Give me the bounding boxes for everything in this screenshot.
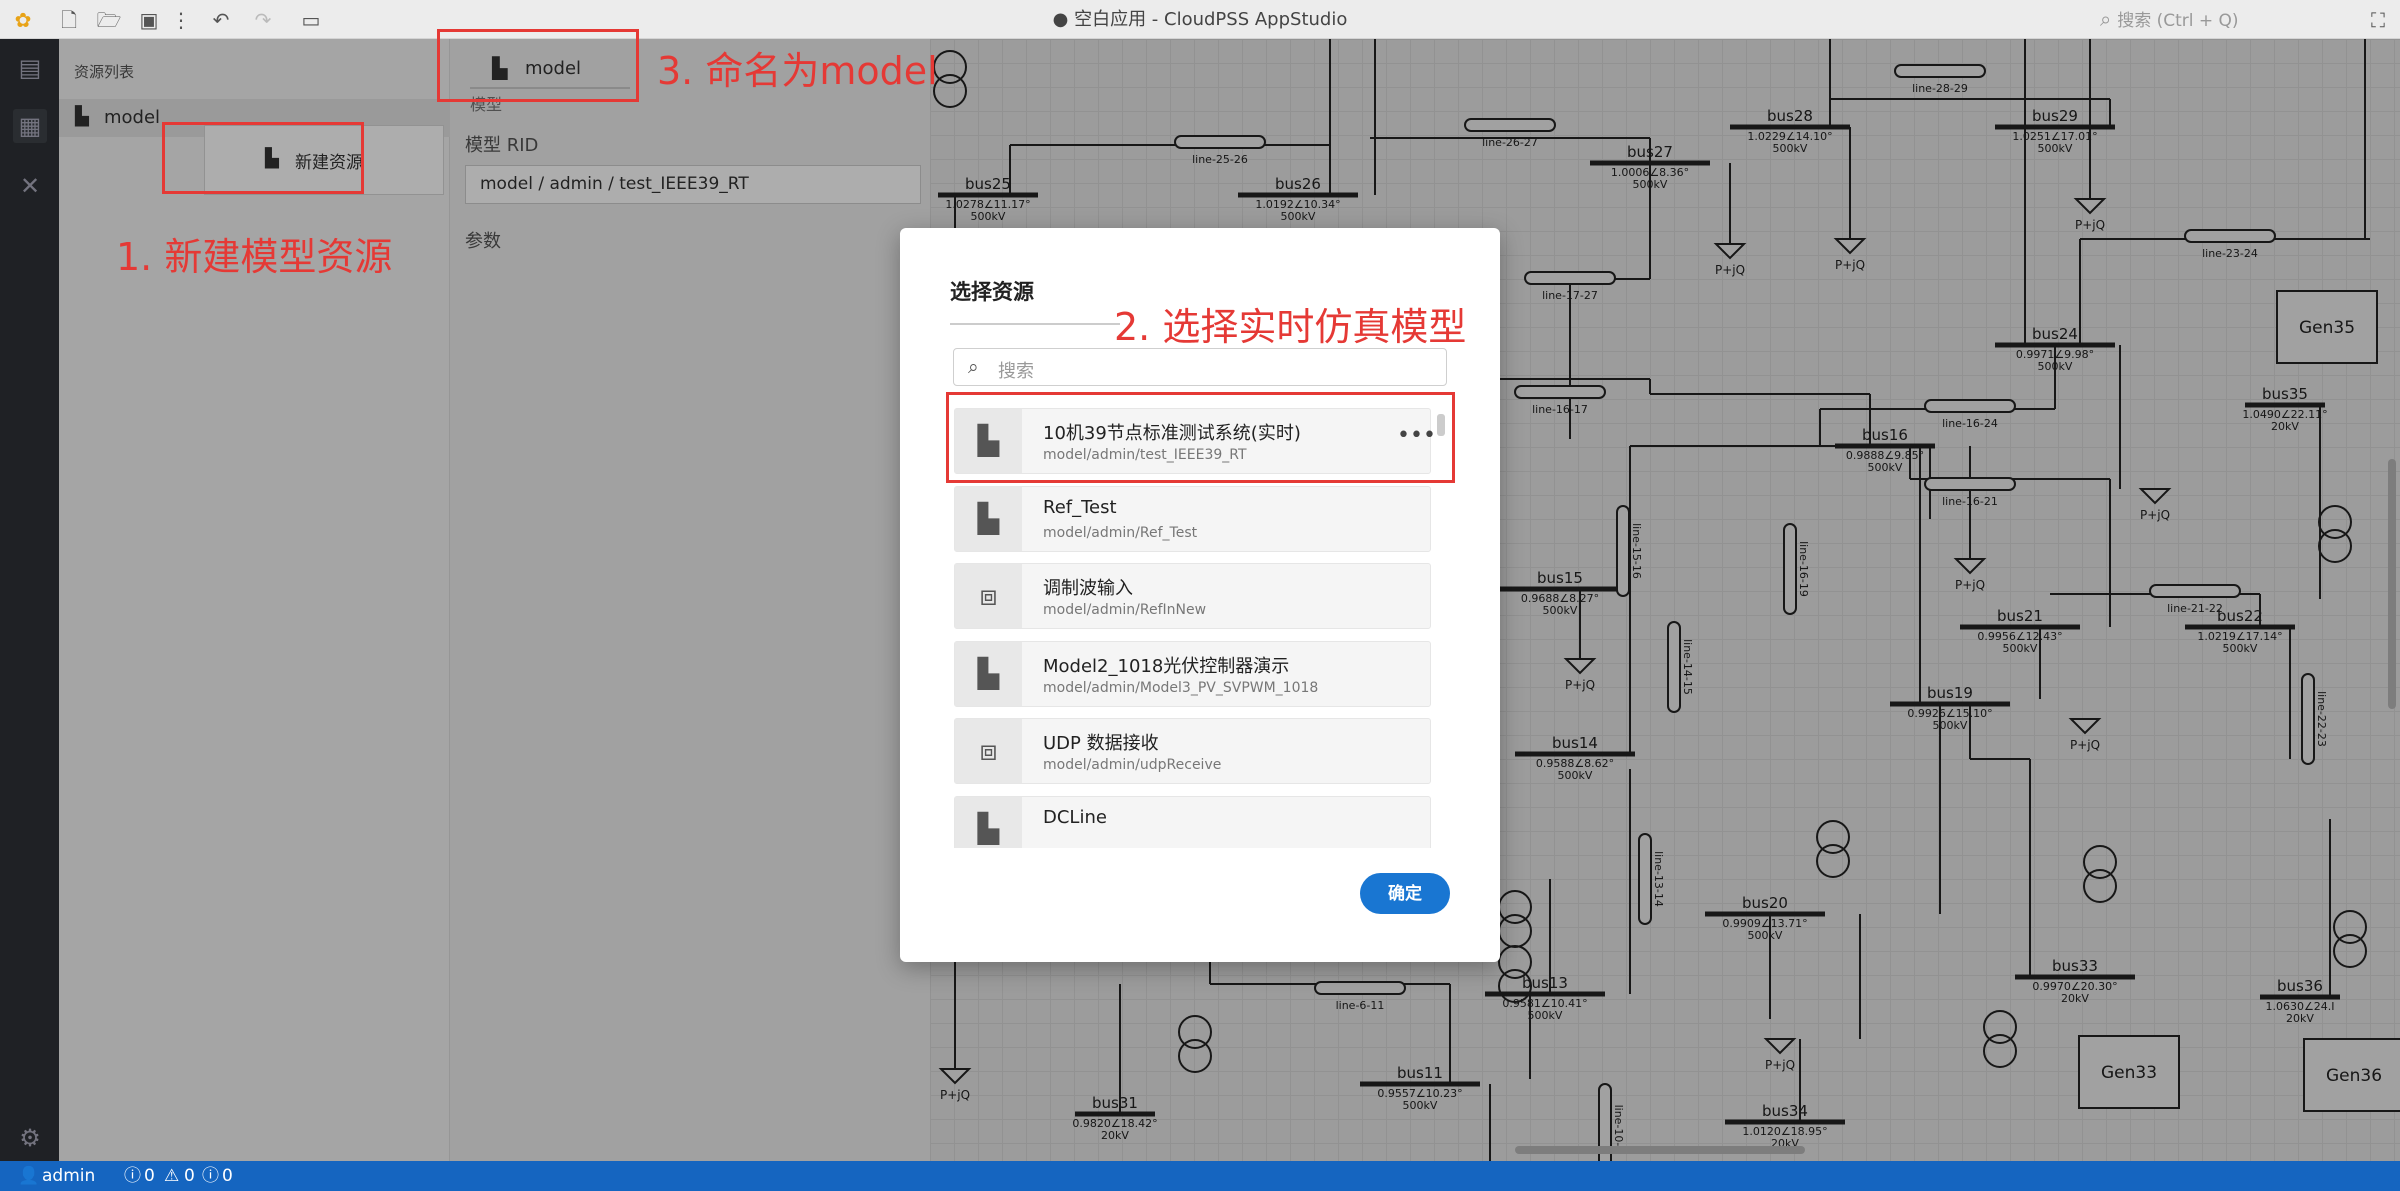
annotation-box-new-resource xyxy=(162,122,364,194)
redo-icon[interactable]: ↷ xyxy=(250,7,276,33)
item-path: model/admin/RefInNew xyxy=(1043,602,1207,618)
info-count[interactable]: 0 xyxy=(222,1161,233,1191)
warning-count[interactable]: 0 xyxy=(184,1161,195,1191)
item-path: model/admin/Model3_PV_SVPWM_1018 xyxy=(1043,680,1319,696)
global-search-placeholder: 搜索 (Ctrl + Q) xyxy=(2117,11,2239,31)
app-logo-icon: ✿ xyxy=(14,8,32,32)
error-icon: ⓘ xyxy=(124,1166,141,1186)
list-item[interactable]: ▙ Model2_1018光伏控制器演示 model/admin/Model3_… xyxy=(954,641,1431,707)
list-item[interactable]: ▙ DCLine xyxy=(954,796,1431,848)
model-file-icon: ▙ xyxy=(955,642,1022,706)
item-path: model/admin/udpReceive xyxy=(1043,757,1222,773)
warning-icon: ⚠ xyxy=(164,1166,180,1186)
error-count[interactable]: 0 xyxy=(144,1161,155,1191)
item-name: UDP 数据接收 xyxy=(1043,733,1159,754)
window-title: ● 空白应用 - CloudPSS AppStudio xyxy=(1052,9,1348,30)
item-name: Ref_Test xyxy=(1043,497,1117,518)
dialog-search-input[interactable]: ⌕ 搜索 xyxy=(953,348,1447,386)
toolbox-icon: ⧈ xyxy=(955,719,1022,783)
user-name[interactable]: admin xyxy=(42,1161,95,1191)
new-file-icon[interactable]: 🗋 xyxy=(56,7,82,33)
annotation-step1: 1. 新建模型资源 xyxy=(116,235,393,279)
annotation-step3: 3. 命名为model xyxy=(657,49,938,93)
model-file-icon: ▙ xyxy=(955,487,1022,551)
fullscreen-icon[interactable]: ⛶ xyxy=(2365,7,2391,33)
toolbox-icon: ⧈ xyxy=(955,564,1022,628)
item-path: model/admin/Ref_Test xyxy=(1043,525,1198,541)
user-icon: 👤 xyxy=(18,1166,40,1186)
dialog-search-placeholder: 搜索 xyxy=(998,361,1034,382)
title-bar: ✿ 🗋 🗁 ▣ ⋮ ↶ ↷ ▭ ● 空白应用 - CloudPSS AppStu… xyxy=(0,0,2400,39)
item-name: 调制波输入 xyxy=(1043,578,1133,599)
annotation-box-model-name xyxy=(437,29,639,102)
undo-icon[interactable]: ↶ xyxy=(208,7,234,33)
annotation-step2: 2. 选择实时仿真模型 xyxy=(1114,305,1467,349)
model-file-icon: ▙ xyxy=(955,797,1022,848)
preview-icon[interactable]: ▭ xyxy=(298,7,324,33)
search-icon: ⌕ xyxy=(968,356,979,378)
annotation-box-selected-model xyxy=(946,392,1455,483)
save-icon[interactable]: ▣ xyxy=(136,7,162,33)
list-item[interactable]: ⧈ 调制波输入 model/admin/RefInNew xyxy=(954,563,1431,629)
divider xyxy=(950,323,1120,325)
item-name: DCLine xyxy=(1043,807,1107,828)
info-icon: ⓘ xyxy=(202,1166,219,1186)
search-icon: ⌕ xyxy=(2100,7,2112,31)
confirm-button[interactable]: 确定 xyxy=(1360,873,1450,914)
more-vertical-icon[interactable]: ⋮ xyxy=(168,7,194,33)
list-item[interactable]: ▙ Ref_Test model/admin/Ref_Test xyxy=(954,486,1431,552)
dialog-title: 选择资源 xyxy=(950,280,1034,304)
list-item[interactable]: ⧈ UDP 数据接收 model/admin/udpReceive xyxy=(954,718,1431,784)
item-name: Model2_1018光伏控制器演示 xyxy=(1043,656,1290,677)
status-bar: 👤 admin ⓘ 0 ⚠ 0 ⓘ 0 xyxy=(0,1161,2400,1191)
global-search[interactable]: ⌕ 搜索 (Ctrl + Q) xyxy=(2100,6,2360,33)
open-folder-icon[interactable]: 🗁 xyxy=(96,7,122,33)
